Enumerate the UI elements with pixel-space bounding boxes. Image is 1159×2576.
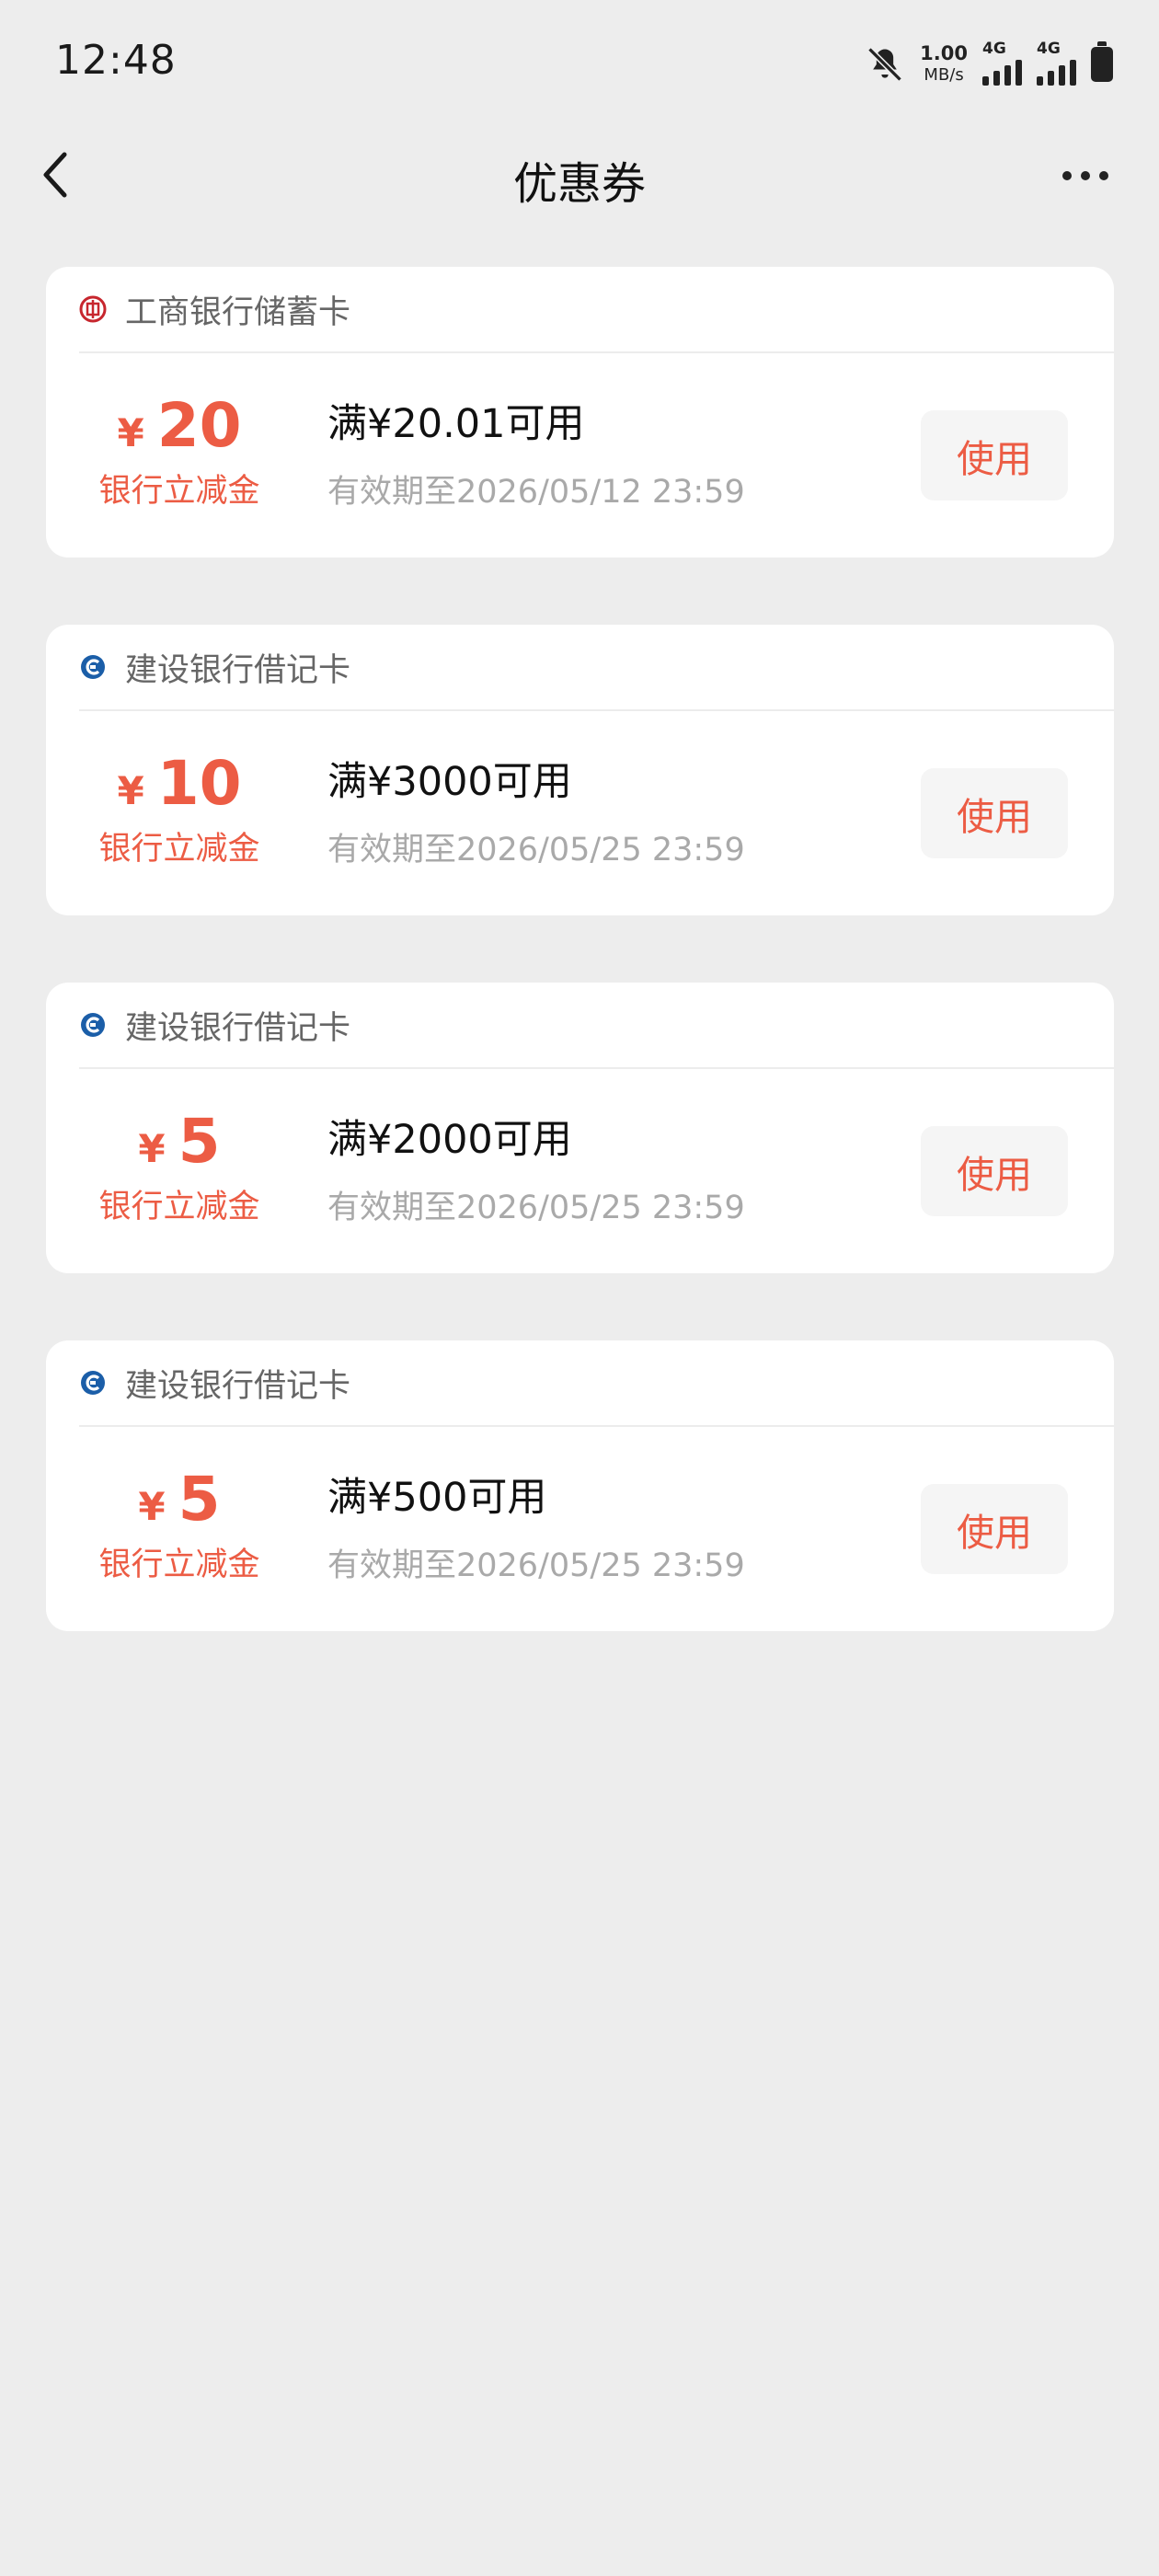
- bank-name: 建设银行借记卡: [125, 651, 351, 689]
- net-speed-unit: MB/s: [924, 65, 964, 85]
- coupon-type: 银行立减金: [98, 473, 260, 510]
- sim2-label: 4G: [1037, 40, 1061, 58]
- use-button[interactable]: 使用: [921, 768, 1068, 858]
- coupon-condition: 满¥20.01可用: [327, 401, 585, 447]
- amount-block: ¥ 20 银行立减金: [46, 390, 313, 512]
- sim1-label: 4G: [982, 40, 1006, 58]
- more-dots-icon: [1062, 171, 1072, 180]
- use-button[interactable]: 使用: [921, 410, 1068, 500]
- coupon-card: 建设银行借记卡 ¥ 5 银行立减金 满¥2000可用 有效期至2026/05/2…: [46, 983, 1114, 1273]
- bank-name: 建设银行借记卡: [125, 1367, 351, 1405]
- bank-name: 工商银行储蓄卡: [125, 293, 351, 331]
- card-header: 工商银行储蓄卡: [79, 267, 1114, 353]
- coupon-condition: 满¥500可用: [327, 1475, 547, 1521]
- battery-icon: [1091, 41, 1113, 82]
- icbc-logo-icon: [79, 295, 107, 323]
- coupon-validity: 有效期至2026/05/25 23:59: [327, 832, 745, 868]
- amount-value: 20: [156, 390, 242, 461]
- card-header: 建设银行借记卡: [79, 625, 1114, 711]
- ccb-logo-icon: [81, 655, 105, 679]
- bell-muted-icon: [867, 47, 902, 82]
- card-header: 建设银行借记卡: [79, 983, 1114, 1069]
- coupon-condition: 满¥3000可用: [327, 759, 572, 805]
- coupon-card: 工商银行储蓄卡 ¥ 20 银行立减金 满¥20.01可用 有效期至2026/05…: [46, 267, 1114, 558]
- use-button[interactable]: 使用: [921, 1126, 1068, 1216]
- coupon-amount: ¥ 20: [46, 390, 313, 461]
- net-speed-value: 1.00: [920, 42, 968, 64]
- signal-icon: 4G: [1037, 40, 1076, 86]
- page-title: 优惠券: [512, 158, 646, 210]
- amount-block: ¥ 10 银行立减金: [46, 748, 313, 869]
- coupon-condition: 满¥2000可用: [327, 1117, 572, 1163]
- amount-value: 10: [156, 748, 242, 819]
- status-time: 12:48: [55, 37, 177, 84]
- amount-block: ¥ 5 银行立减金: [46, 1464, 313, 1585]
- nav-bar: 优惠券: [0, 120, 1159, 230]
- ccb-logo-icon: [81, 1371, 105, 1395]
- bank-name: 建设银行借记卡: [125, 1009, 351, 1047]
- coupon-validity: 有效期至2026/05/12 23:59: [327, 474, 745, 511]
- coupon-validity: 有效期至2026/05/25 23:59: [327, 1190, 745, 1226]
- amount-value: 5: [178, 1464, 221, 1535]
- coupon-amount: ¥ 10: [46, 748, 313, 819]
- currency-symbol: ¥: [138, 1484, 166, 1529]
- status-bar: 12:48 1.00 MB/s 4G 4G: [0, 0, 1159, 120]
- signal-icon: 4G: [982, 40, 1022, 86]
- coupon-card: 建设银行借记卡 ¥ 5 银行立减金 满¥500可用 有效期至2026/05/25…: [46, 1340, 1114, 1631]
- currency-symbol: ¥: [117, 768, 144, 813]
- coupon-validity: 有效期至2026/05/25 23:59: [327, 1547, 745, 1584]
- amount-value: 5: [178, 1106, 221, 1177]
- coupon-list: 工商银行储蓄卡 ¥ 20 银行立减金 满¥20.01可用 有效期至2026/05…: [46, 267, 1114, 1698]
- use-button[interactable]: 使用: [921, 1484, 1068, 1574]
- card-header: 建设银行借记卡: [79, 1340, 1114, 1427]
- currency-symbol: ¥: [117, 410, 144, 455]
- coupon-amount: ¥ 5: [46, 1106, 313, 1177]
- coupon-type: 银行立减金: [98, 1547, 260, 1583]
- more-button[interactable]: [1049, 145, 1122, 206]
- ccb-logo-icon: [81, 1013, 105, 1037]
- status-icons: 1.00 MB/s 4G 4G: [865, 37, 1113, 92]
- amount-block: ¥ 5 银行立减金: [46, 1106, 313, 1227]
- net-speed: 1.00 MB/s: [920, 42, 968, 86]
- currency-symbol: ¥: [138, 1126, 166, 1171]
- coupon-type: 银行立减金: [98, 1189, 260, 1225]
- coupon-type: 银行立减金: [98, 831, 260, 868]
- coupon-card: 建设银行借记卡 ¥ 10 银行立减金 满¥3000可用 有效期至2026/05/…: [46, 625, 1114, 915]
- coupon-amount: ¥ 5: [46, 1464, 313, 1535]
